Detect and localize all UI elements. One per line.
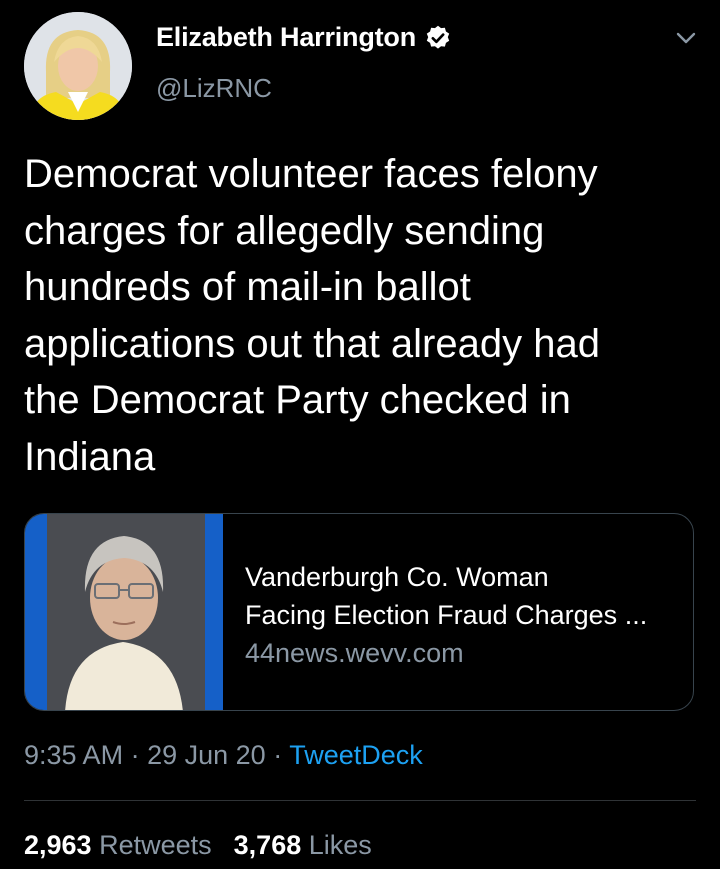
verified-badge-icon (424, 24, 452, 52)
retweets-label: Retweets (99, 830, 212, 860)
author-handle[interactable]: @LizRNC (156, 73, 272, 104)
link-preview-card[interactable]: Vanderburgh Co. Woman Facing Election Fr… (24, 513, 694, 711)
chevron-down-icon[interactable] (672, 24, 700, 52)
tweet-time[interactable]: 9:35 AM (24, 740, 123, 770)
tweet-header: Elizabeth Harrington @LizRNC (0, 0, 720, 130)
likes-label: Likes (308, 830, 372, 860)
meta-separator: · (273, 740, 283, 770)
retweets-stat[interactable]: 2,963 Retweets (24, 830, 212, 860)
link-preview-image (25, 514, 223, 710)
retweets-count: 2,963 (24, 830, 92, 860)
tweet-stats: 2,963 Retweets 3,768 Likes (24, 830, 372, 861)
tweet-date[interactable]: 29 Jun 20 (147, 740, 266, 770)
link-preview-domain[interactable]: 44news.wevv.com (245, 638, 464, 669)
likes-count: 3,768 (233, 830, 302, 860)
link-preview-title[interactable]: Vanderburgh Co. Woman Facing Election Fr… (245, 558, 685, 634)
meta-separator: · (130, 740, 140, 770)
tweet-meta: 9:35 AM · 29 Jun 20 · TweetDeck (24, 740, 423, 771)
likes-stat[interactable]: 3,768 Likes (234, 830, 372, 860)
author-name[interactable]: Elizabeth Harrington (156, 22, 416, 53)
avatar[interactable] (24, 12, 132, 120)
tweet-source-link[interactable]: TweetDeck (289, 740, 423, 770)
tweet-text: Democrat volunteer faces felony charges … (24, 152, 600, 479)
author-name-row: Elizabeth Harrington (156, 22, 452, 53)
divider (24, 800, 696, 801)
